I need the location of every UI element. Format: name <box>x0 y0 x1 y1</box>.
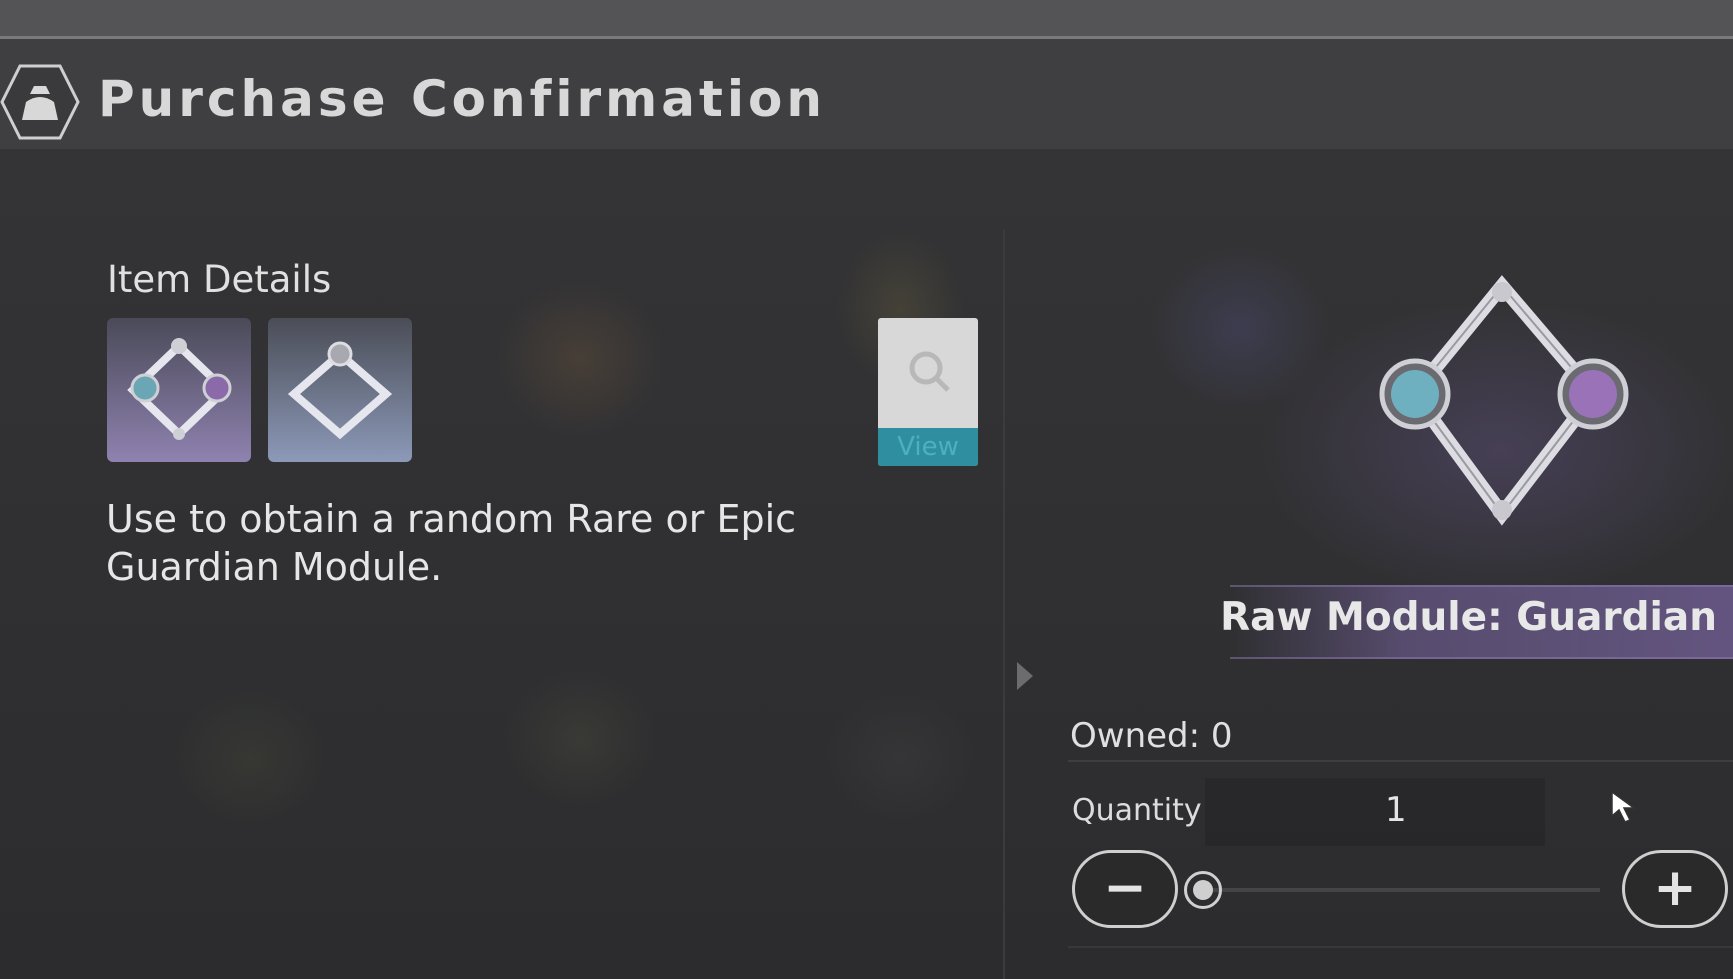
decrease-quantity-button[interactable]: − <box>1072 850 1178 928</box>
top-bar <box>0 0 1733 39</box>
item-name-banner: Raw Module: Guardian <box>1220 585 1733 659</box>
bag-icon <box>0 64 80 140</box>
module-frame-icon <box>287 341 393 440</box>
separator <box>1068 946 1733 948</box>
quantity-slider[interactable] <box>1200 888 1600 892</box>
plus-icon: + <box>1653 858 1697 918</box>
quantity-field[interactable] <box>1205 778 1545 846</box>
minus-icon: − <box>1103 858 1147 918</box>
item-description: Use to obtain a random Rare or Epic Guar… <box>106 497 797 589</box>
view-button[interactable]: View <box>878 318 978 466</box>
panel-divider <box>1003 230 1005 979</box>
quantity-value: 1 <box>1385 790 1407 830</box>
quantity-label: Quantity <box>1072 793 1202 828</box>
separator <box>1068 760 1733 762</box>
module-preview-icon <box>1379 275 1629 526</box>
quantity-slider-handle[interactable] <box>1184 871 1222 909</box>
item-thumbnail-rare[interactable] <box>268 318 412 462</box>
view-button-label: View <box>878 428 978 466</box>
page-title: Purchase Confirmation <box>98 70 826 128</box>
increase-quantity-button[interactable]: + <box>1622 850 1728 928</box>
owned-count: Owned: 0 <box>1070 716 1233 756</box>
item-details-label: Item Details <box>107 258 332 301</box>
magnifier-icon <box>909 351 950 392</box>
item-name: Raw Module: Guardian <box>1220 595 1717 640</box>
item-thumbnail-epic[interactable] <box>107 318 251 462</box>
mouse-cursor-icon <box>1611 790 1637 823</box>
module-frame-icon <box>127 338 232 440</box>
collapse-arrow-icon[interactable] <box>1017 662 1033 690</box>
